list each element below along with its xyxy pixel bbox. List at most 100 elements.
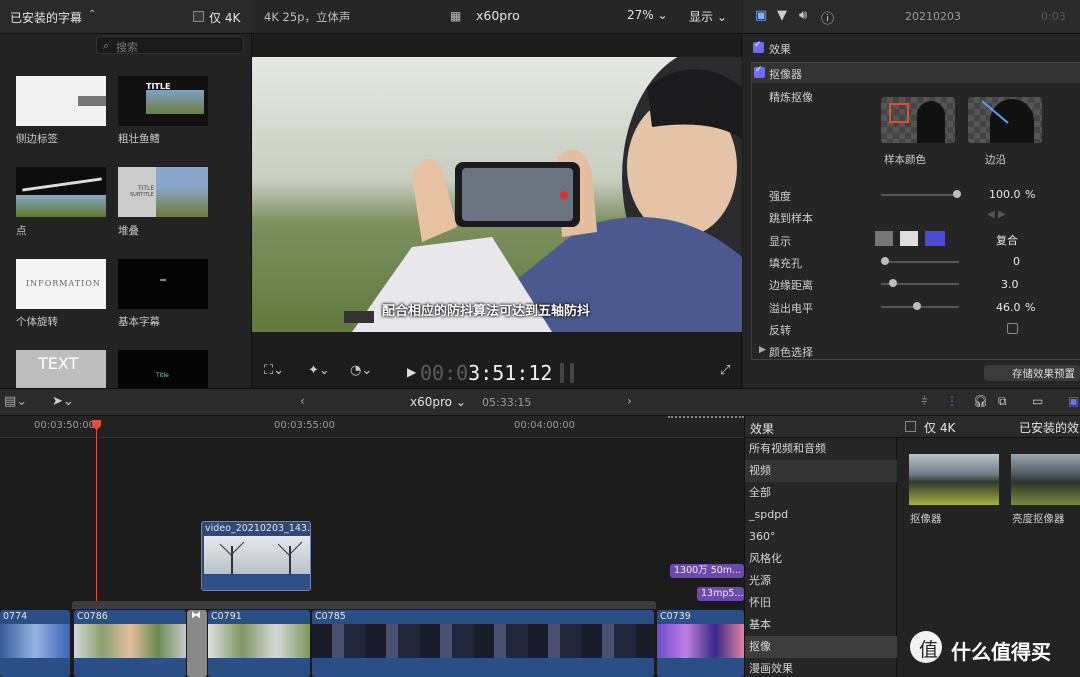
category-item[interactable]: 风格化 [745, 548, 897, 570]
clip-name: C0791 [211, 611, 242, 622]
view-matte-icon[interactable] [900, 231, 918, 246]
category-item[interactable]: 视频 [745, 460, 897, 482]
strength-unit: % [1025, 188, 1036, 201]
zoom-menu[interactable]: 27% ⌄ [627, 8, 668, 22]
storyline-clip[interactable]: C0785 [312, 610, 654, 677]
view-composite-icon[interactable] [875, 231, 893, 246]
title-thumb-spin[interactable]: INFORMATION [16, 259, 106, 309]
effects-only-4k-checkbox[interactable] [905, 421, 916, 432]
title-clip[interactable]: 13mp5... [697, 587, 744, 601]
video-frame[interactable]: 配合相应的防抖算法可达到五轴防抖 [252, 57, 742, 332]
audio-meter-left [560, 363, 564, 383]
info-inspector-icon[interactable]: ⓘ [821, 8, 834, 27]
forward-arrow-icon[interactable]: › [627, 394, 632, 408]
speed-icon[interactable]: ◔⌄ [350, 363, 372, 378]
storyline-clip[interactable]: C0739 [657, 610, 744, 677]
effect-thumb-keyer[interactable] [909, 454, 999, 505]
display-menu[interactable]: 显示 ⌄ [689, 8, 727, 25]
fill-holes-value[interactable]: 0 [1013, 255, 1020, 268]
category-item[interactable]: 所有视频和音频 [745, 438, 897, 460]
select-tool-icon[interactable]: ➤⌄ [52, 394, 74, 409]
watermark-text: 什么值得买 [951, 640, 1051, 664]
save-preset-label: 存储效果预置 [1012, 368, 1075, 380]
prev-sample-icon[interactable]: ◀ ▶ [987, 209, 1006, 220]
param-label: 填充孔 [769, 257, 802, 270]
title-thumb-glow[interactable]: Title [118, 350, 208, 388]
title-thumb-side-label[interactable] [16, 76, 106, 126]
snapping-icon[interactable]: ⋮ [946, 394, 958, 408]
browser-title[interactable]: 已安装的字幕 [10, 9, 82, 26]
inspector-timecode: 0:03 [1041, 10, 1066, 23]
solo-icon[interactable]: ⧉ [998, 394, 1007, 409]
viewer-header: 4K 25p，立体声 ▦ x60pro 27% ⌄ 显示 ⌄ [252, 0, 742, 34]
magic-wand-icon[interactable]: ✦⌄ [308, 363, 330, 378]
keyer-header[interactable]: 抠像器 [752, 63, 1080, 83]
category-item[interactable]: 全部 [745, 482, 897, 504]
effects-categories: 所有视频和音频 视频 全部 _spdpd 360° 风格化 光源 怀旧 基本 抠… [745, 438, 897, 677]
title-thumb-text[interactable]: TEXT [16, 350, 106, 388]
chevron-updown-icon[interactable]: ⌃ [88, 9, 96, 20]
title-thumb-basic[interactable] [118, 259, 208, 309]
storyline-clip[interactable]: C0791 [208, 610, 310, 677]
category-item[interactable]: 光源 [745, 570, 897, 592]
category-item[interactable]: 怀旧 [745, 592, 897, 614]
sample-color-button[interactable] [881, 97, 955, 143]
spill-level-value[interactable]: 46.0 [996, 301, 1021, 314]
connected-clip[interactable]: video_20210203_143... [201, 521, 311, 591]
only-4k-checkbox[interactable] [193, 11, 204, 22]
strength-slider-knob[interactable] [953, 190, 961, 198]
effects-only-4k-label: 仅 4K [924, 421, 956, 435]
effects-installed-label[interactable]: 已安装的效 [1019, 419, 1079, 436]
timeline[interactable]: 00:03:50:00 00:03:55:00 00:04:00:00 vide… [0, 416, 744, 677]
keyer-label: 抠像器 [769, 68, 802, 81]
fullscreen-icon[interactable]: ⤢ [720, 363, 730, 378]
title-thumb-stack[interactable]: TITLE SUBTITLE [118, 167, 208, 217]
disclosure-triangle-icon[interactable]: ▶ [759, 345, 766, 355]
search-input[interactable]: ⌕ 搜索 [96, 36, 244, 54]
storyline-clip[interactable]: C0786 [74, 610, 186, 677]
save-effects-preset-button[interactable]: 存储效果预置 [984, 365, 1080, 381]
skimming-icon[interactable]: ⫩ [921, 394, 928, 409]
view-final-icon[interactable] [925, 231, 945, 246]
storyline-clip[interactable]: 0774 [0, 610, 70, 677]
viewer-format: 4K 25p，立体声 [264, 10, 351, 24]
effects-browser-icon[interactable]: ▣ [1068, 394, 1079, 408]
category-item[interactable]: 基本 [745, 614, 897, 636]
category-item[interactable]: 漫画效果 [745, 658, 897, 677]
clip-appearance-icon[interactable]: ▤⌄ [4, 394, 27, 409]
film-icon[interactable]: ▭ [1032, 394, 1043, 408]
edges-button[interactable] [968, 97, 1042, 143]
effects-checkbox[interactable] [753, 40, 764, 53]
timeline-ruler[interactable]: 00:03:50:00 00:03:55:00 00:04:00:00 [0, 416, 744, 438]
strength-value[interactable]: 100.0 [989, 188, 1021, 201]
strength-slider[interactable] [881, 194, 961, 196]
invert-checkbox[interactable] [1007, 323, 1018, 334]
param-label[interactable]: 颜色选择 [769, 344, 813, 360]
audio-inspector-icon[interactable]: 🔊︎ [799, 8, 807, 23]
title-thumb-fin[interactable]: TITLE [118, 76, 208, 126]
keyer-checkbox[interactable] [754, 65, 765, 78]
thumb-text: Title [156, 372, 169, 379]
fill-holes-slider-knob[interactable] [881, 257, 889, 265]
edge-distance-value[interactable]: 3.0 [1001, 278, 1019, 291]
ruler-marker [668, 416, 744, 418]
color-inspector-icon[interactable]: ▼ [777, 8, 787, 23]
category-item[interactable]: _spdpd [745, 504, 897, 526]
category-item[interactable]: 360° [745, 526, 897, 548]
transform-icon[interactable]: ⛶⌄ [264, 363, 284, 378]
subtitle-text: 配合相应的防抖算法可达到五轴防抖 [382, 304, 591, 319]
audio-skimming-icon[interactable]: 🎧︎ [973, 394, 988, 408]
timeline-project-menu[interactable]: x60pro ⌄ [410, 395, 466, 409]
title-label: 基本字幕 [118, 316, 160, 328]
back-arrow-icon[interactable]: ‹ [300, 394, 305, 408]
category-item-selected[interactable]: 抠像 [745, 636, 897, 658]
effect-thumb-luma-keyer[interactable] [1011, 454, 1080, 505]
transition[interactable]: ⧓ [187, 610, 207, 677]
title-clip[interactable]: 1300万 50m... [670, 564, 744, 578]
video-inspector-icon[interactable]: ▣ [755, 8, 767, 23]
title-thumb-dot[interactable] [16, 167, 106, 217]
param-label: 反转 [769, 324, 791, 337]
timecode-bright: 3:51:12 [468, 361, 553, 385]
fill-holes-slider[interactable] [881, 261, 959, 263]
play-icon[interactable]: ▶ [407, 365, 416, 379]
